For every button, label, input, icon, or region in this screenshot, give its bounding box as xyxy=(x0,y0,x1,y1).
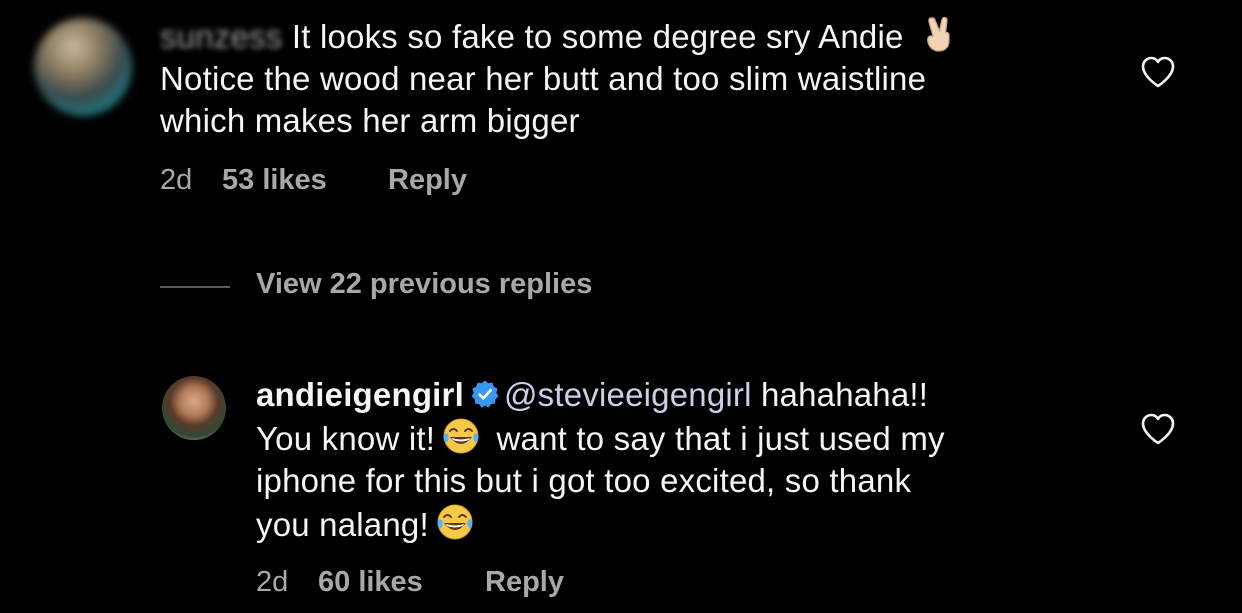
comment-body-line-2: Notice the wood near her butt and too sl… xyxy=(160,60,927,97)
comment-timestamp: 2d xyxy=(256,566,289,598)
reply-button[interactable]: Reply xyxy=(388,164,467,197)
comment-timestamp: 2d xyxy=(160,164,193,196)
comment-likes-count[interactable]: 60 likes xyxy=(318,566,423,599)
face-with-tears-of-joy-emoji-icon xyxy=(437,504,473,540)
verified-badge-icon xyxy=(471,380,499,408)
heart-outline-icon[interactable] xyxy=(1140,55,1176,89)
comment-author-username[interactable]: sunzess xyxy=(160,18,282,55)
comment-body: hahahaha!! xyxy=(751,376,929,413)
comment-body-line-2b: want to say that i just used my xyxy=(487,420,945,457)
replies-divider-line xyxy=(160,286,230,288)
comment-body-line-3: iphone for this but i got too excited, s… xyxy=(256,462,912,499)
comment-text: andieigengirl @stevieeigengirl hahahaha!… xyxy=(256,374,1116,546)
comment-author-username[interactable]: andieigengirl xyxy=(256,376,464,413)
mention-link[interactable]: @stevieeigengirl xyxy=(504,376,752,413)
comment-body: It looks so fake to some degree sry Andi… xyxy=(291,18,904,55)
face-with-tears-of-joy-emoji-icon xyxy=(443,418,479,454)
view-replies-label[interactable]: View 22 previous replies xyxy=(256,268,592,301)
heart-outline-icon[interactable] xyxy=(1140,412,1176,446)
avatar[interactable] xyxy=(162,376,226,440)
comment-likes-count[interactable]: 53 likes xyxy=(222,164,327,197)
reply-button[interactable]: Reply xyxy=(485,566,564,599)
comment-text: sunzess It looks so fake to some degree … xyxy=(160,14,1090,142)
victory-hand-emoji-icon xyxy=(926,16,950,52)
comment-body-line-2: You know it! xyxy=(256,420,436,457)
avatar[interactable] xyxy=(34,18,132,116)
comment-body-line-3: which makes her arm bigger xyxy=(160,102,580,139)
comment-body-line-4: you nalang! xyxy=(256,506,429,543)
